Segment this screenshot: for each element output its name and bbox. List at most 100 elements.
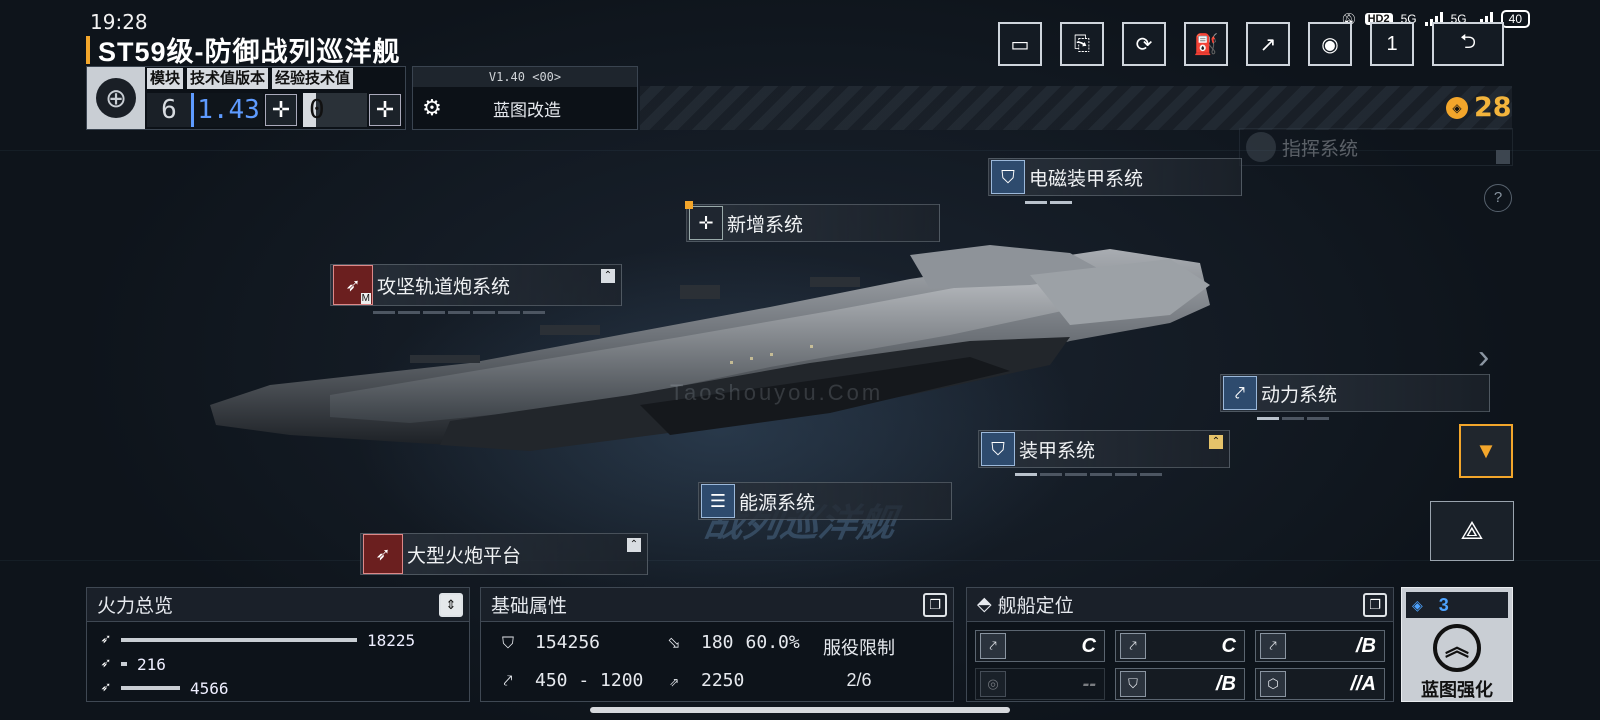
chevron-up-icon: ︽ bbox=[1433, 624, 1481, 672]
help-button[interactable]: ? bbox=[1484, 184, 1512, 212]
armor-system-slot[interactable]: ⛉ 装甲系统 ⌃ bbox=[978, 430, 1230, 476]
shield-percent: 60.0% bbox=[745, 632, 800, 653]
count-button[interactable]: 1 bbox=[1370, 22, 1414, 66]
warp-value: 2250 bbox=[701, 670, 745, 691]
header-stripe bbox=[640, 86, 1512, 130]
shield-value: 180 bbox=[701, 632, 734, 653]
battery-icon: 40 bbox=[1500, 10, 1530, 28]
role-cell[interactable]: ⬡ //A bbox=[1255, 668, 1385, 700]
firepower-row: ➶ 18225 bbox=[97, 630, 416, 650]
enhance-label: 蓝图强化 bbox=[1421, 680, 1493, 700]
cannon-system-label: 大型火炮平台 bbox=[407, 545, 522, 567]
sort-icon: ⇕ bbox=[445, 597, 457, 612]
toolbar: ▭ ⎘ ⟳ ⛽ ↗ ◉ 1 ⮌ bbox=[998, 22, 1504, 66]
sort-button[interactable]: ⇕ bbox=[439, 593, 463, 617]
help-icon: ? bbox=[1493, 189, 1503, 206]
role-rating: //A bbox=[1350, 672, 1376, 695]
role-cell[interactable]: ⤤ C bbox=[1115, 630, 1245, 662]
blueprint-modify-label: 蓝图改造 bbox=[493, 100, 561, 120]
view-button[interactable]: ◉ bbox=[1308, 22, 1352, 66]
lock-icon bbox=[1496, 150, 1510, 164]
blueprint-enhance-button[interactable]: ◈ 3 ︽ 蓝图强化 bbox=[1401, 587, 1513, 702]
triangle-down-icon: ▼ bbox=[1475, 438, 1497, 463]
home-indicator[interactable] bbox=[590, 707, 1010, 713]
firepower-value: 18225 bbox=[367, 630, 416, 650]
em-armor-system-slot[interactable]: ⛉ 电磁装甲系统 bbox=[988, 158, 1242, 204]
em-armor-level-pips bbox=[1025, 201, 1072, 204]
positioning-detail-button[interactable]: ❐ bbox=[1363, 593, 1387, 617]
header-tech-version: 技术值版本 bbox=[187, 68, 269, 89]
positioning-header: ⬘ 舰船定位 ❐ bbox=[967, 588, 1393, 622]
refresh-button[interactable]: ⟳ bbox=[1122, 22, 1166, 66]
eye-icon: ◉ bbox=[1321, 33, 1339, 56]
power-system-slot[interactable]: ⤤ 动力系统 bbox=[1220, 374, 1490, 420]
back-button[interactable]: ⮌ bbox=[1432, 22, 1504, 66]
shield-stat: ⬂ 180 60.0% bbox=[663, 632, 800, 653]
expand-button[interactable]: ▼ bbox=[1459, 424, 1513, 478]
firepower-header: 火力总览 ⇕ bbox=[87, 588, 469, 622]
firepower-bar bbox=[121, 662, 127, 666]
command-system-slot[interactable]: 指挥系统 bbox=[1239, 128, 1513, 166]
add-icon: ✛ bbox=[689, 206, 723, 240]
service-limit: 服役限制 2/6 bbox=[823, 632, 895, 696]
rank-up-button[interactable]: ⟁ bbox=[1430, 501, 1514, 561]
new-indicator bbox=[685, 201, 693, 209]
attributes-detail-button[interactable]: ❐ bbox=[923, 593, 947, 617]
firepower-value: 216 bbox=[137, 654, 166, 674]
globe-icon: ⊕ bbox=[96, 78, 136, 118]
blueprint-modify-button[interactable]: V1.40 <00> ⚙ 蓝图改造 bbox=[412, 66, 638, 130]
railgun-level-pips bbox=[373, 311, 545, 314]
back-icon: ⮌ bbox=[1459, 31, 1477, 53]
attributes-header: 基础属性 ❐ bbox=[481, 588, 953, 622]
blueprint-share-button[interactable]: ⎘ bbox=[1060, 22, 1104, 66]
role-rating: C bbox=[1081, 634, 1096, 657]
positioning-title: 舰船定位 bbox=[997, 596, 1074, 617]
info-panel: ⊕ 模块 技术值版本 经验技术值 6 1.43 ✛ 0 ✛ bbox=[86, 66, 406, 130]
firepower-title: 火力总览 bbox=[97, 596, 174, 617]
siege-icon: ➶ bbox=[100, 679, 112, 694]
energy-system-slot[interactable]: ☰ 能源系统 bbox=[698, 482, 952, 520]
exp-add-button[interactable]: ✛ bbox=[369, 94, 401, 126]
speed-value: 450 - 1200 bbox=[535, 670, 644, 691]
record-button[interactable]: ▭ bbox=[998, 22, 1042, 66]
role-cell[interactable]: ◎ -- bbox=[975, 668, 1105, 700]
railgun-icon: ➶ M bbox=[333, 265, 373, 305]
attributes-title: 基础属性 bbox=[491, 596, 568, 617]
role-cell[interactable]: ⤤ /B bbox=[1255, 630, 1385, 662]
cannon-system-slot[interactable]: ➶ 大型火炮平台 ⌃ bbox=[360, 533, 648, 575]
refresh-icon: ⟳ bbox=[1135, 33, 1153, 56]
positioning-panel: ⬘ 舰船定位 ❐ ⤤ C ⤤ C ⤤/B ◎ -- ⛉/B ⬡//A bbox=[966, 587, 1394, 702]
command-system-label: 指挥系统 bbox=[1282, 138, 1359, 160]
new-system-slot[interactable]: ✛ 新增系统 bbox=[685, 201, 940, 242]
role-cell[interactable]: ⤤ C bbox=[975, 630, 1105, 662]
page-title: ST59级-防御战列巡洋舰 bbox=[98, 37, 401, 67]
header-modules: 模块 bbox=[147, 68, 184, 89]
faction-emblem: ⊕ bbox=[87, 67, 145, 129]
role-cell[interactable]: ⛉ /B bbox=[1115, 668, 1245, 700]
paint-button[interactable]: ⛽ bbox=[1184, 22, 1228, 66]
railgun-system-slot[interactable]: ➶ M 攻坚轨道炮系统 ⌃ bbox=[330, 264, 622, 314]
engine-icon: ⤤ bbox=[1223, 376, 1257, 410]
currency-display: ◈ 28 bbox=[1446, 92, 1512, 123]
railgun-badge: M bbox=[360, 293, 371, 304]
em-armor-system-label: 电磁装甲系统 bbox=[1029, 168, 1144, 190]
plus-icon: ✛ bbox=[271, 97, 291, 122]
enhance-count: 3 bbox=[1438, 594, 1449, 615]
export-button[interactable]: ↗ bbox=[1246, 22, 1290, 66]
role-icon: ◎ bbox=[980, 671, 1006, 697]
tech-version-value: 1.43 bbox=[191, 93, 263, 127]
header-exp-tech: 经验技术值 bbox=[272, 68, 354, 89]
armor-icon: ⛉ bbox=[981, 432, 1015, 466]
power-system-label: 动力系统 bbox=[1261, 384, 1338, 406]
anti-ship-icon: ➶ bbox=[100, 631, 112, 646]
role-rating: C bbox=[1221, 634, 1236, 657]
blueprint-version: V1.40 <00> bbox=[413, 67, 637, 87]
info-headers: 模块 技术值版本 经验技术值 bbox=[147, 68, 354, 89]
info-values: 6 1.43 ✛ 0 ✛ bbox=[147, 93, 401, 127]
upgrade-icon: ⌃ bbox=[601, 269, 615, 283]
list-icon: ☰ bbox=[701, 484, 735, 518]
firepower-row: ➶ 4566 bbox=[97, 678, 229, 698]
plus-icon: ✛ bbox=[375, 97, 395, 122]
tech-version-add-button[interactable]: ✛ bbox=[265, 94, 297, 126]
next-arrow-icon[interactable]: › bbox=[1478, 338, 1489, 377]
